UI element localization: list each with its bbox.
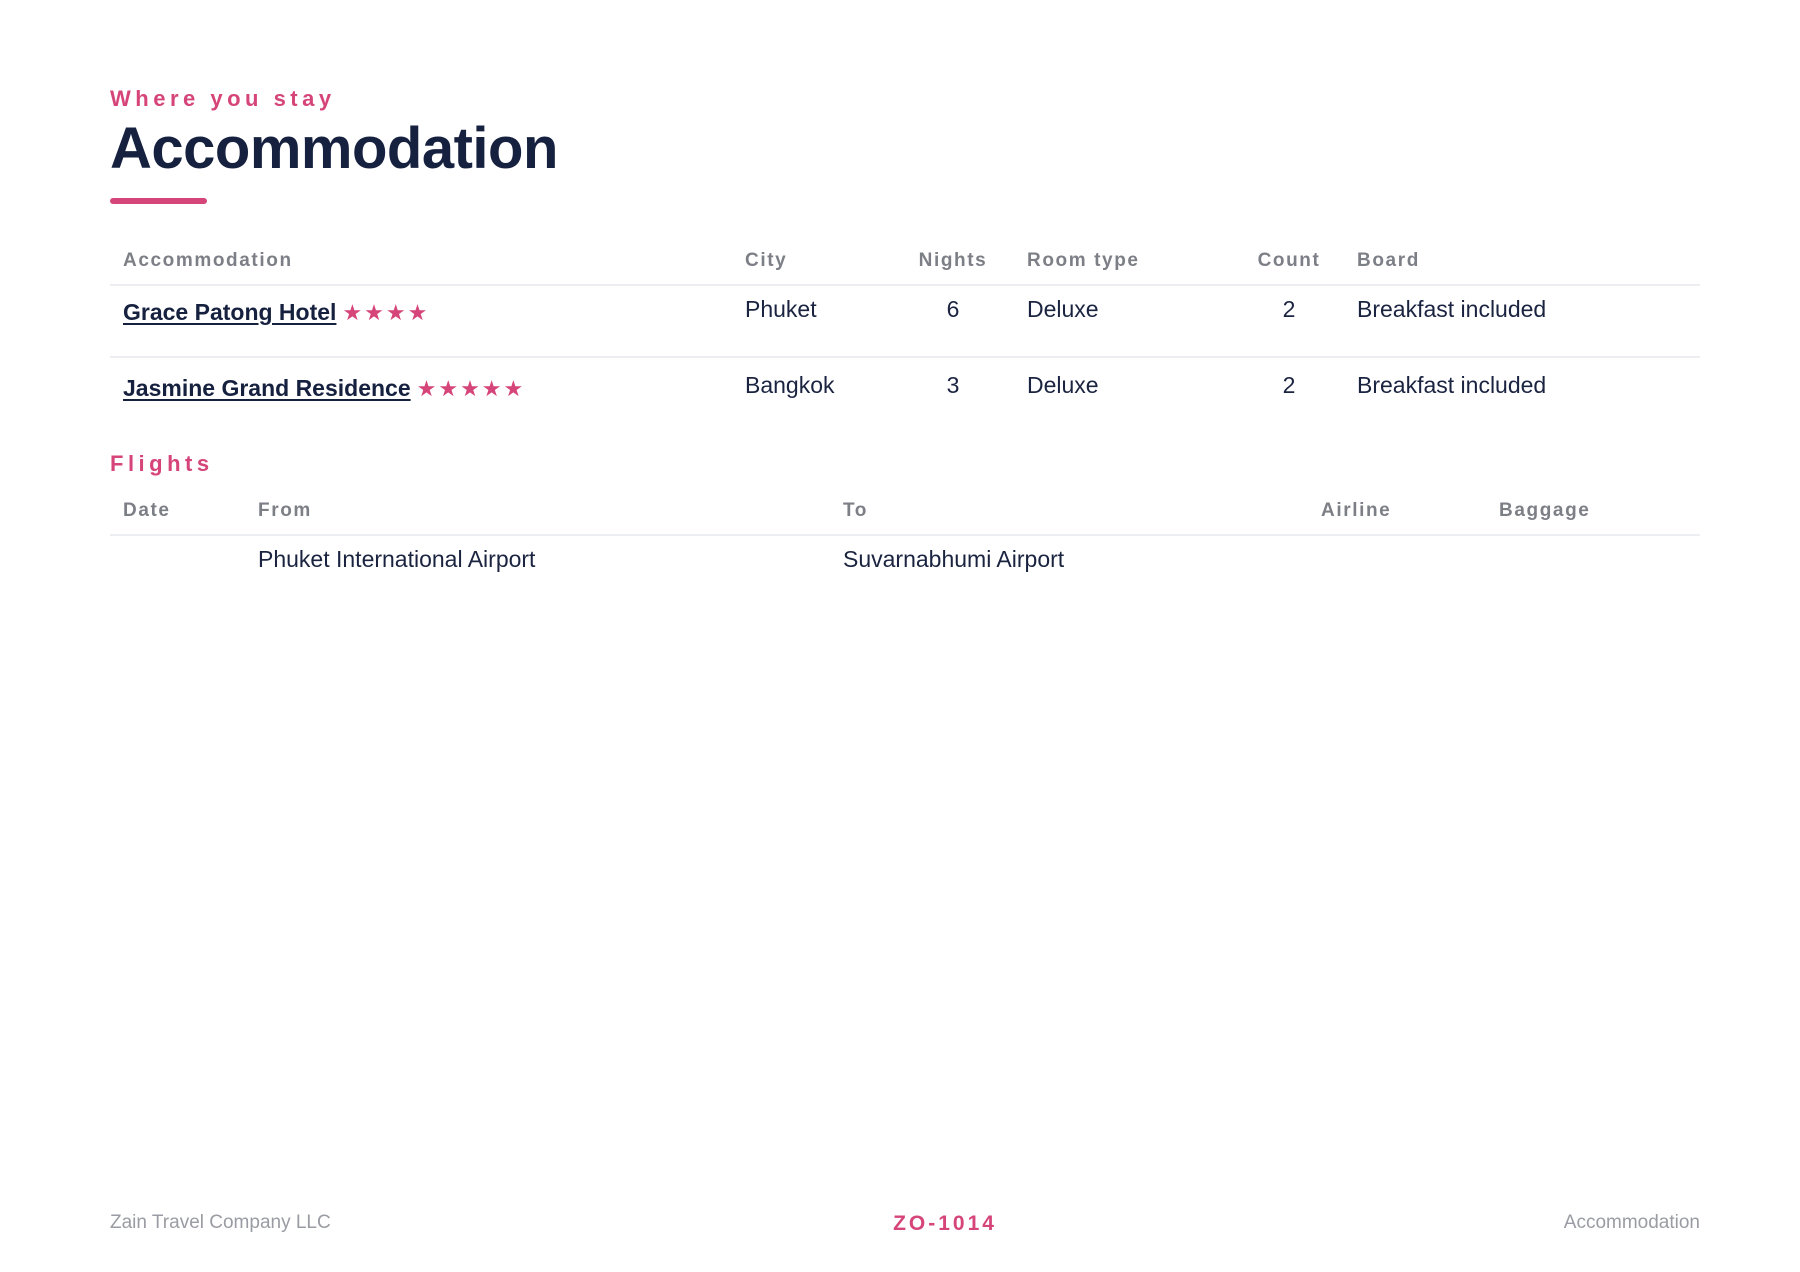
board-cell: Breakfast included [1344, 285, 1700, 358]
accommodation-cell: Jasmine Grand Residence ★★★★★ [110, 357, 732, 432]
table-header-row: Date From To Airline Baggage [110, 500, 1700, 536]
count-cell: 2 [1234, 285, 1344, 358]
to-cell: Suvarnabhumi Airport [843, 546, 1065, 572]
room-type-cell: Deluxe [1014, 285, 1234, 358]
table-header-row: Accommodation City Nights Room type Coun… [110, 250, 1700, 286]
column-header-count: Count [1234, 250, 1344, 286]
hotel-link[interactable]: Grace Patong Hotel [123, 299, 336, 325]
column-header-baggage: Baggage [1486, 500, 1700, 536]
room-type-cell: Deluxe [1027, 372, 1099, 398]
nights-cell: 6 [892, 285, 1014, 358]
airline-cell [1308, 535, 1486, 576]
baggage-cell [1486, 535, 1700, 576]
accommodation-table: Accommodation City Nights Room type Coun… [110, 250, 1700, 432]
city-cell: Phuket [732, 285, 892, 358]
column-header-date: Date [110, 500, 245, 536]
title-underline [110, 198, 207, 204]
section-eyebrow: Where you stay [110, 86, 336, 111]
accommodation-cell: Grace Patong Hotel ★★★★ [110, 285, 732, 358]
flights-section-title: Flights [110, 451, 214, 476]
count-cell: 2 [1282, 372, 1296, 398]
star-rating-icon: ★★★★★ [416, 376, 526, 401]
date-cell [110, 535, 245, 576]
city-cell: Bangkok [745, 372, 835, 398]
column-header-to: To [830, 500, 1308, 536]
table-row: Phuket International Airport Suvarnabhum… [110, 535, 1700, 576]
column-header-accommodation: Accommodation [110, 250, 732, 286]
column-header-from: From [245, 500, 830, 536]
page-title: Accommodation [110, 116, 558, 181]
footer-section: Accommodation [1563, 1212, 1700, 1233]
column-header-nights: Nights [892, 250, 1014, 286]
table-row: Grace Patong Hotel ★★★★ Phuket 6 Deluxe 2… [110, 285, 1700, 358]
page: Where you stay Accommodation Accommodati… [110, 0, 1700, 1272]
flights-table: Date From To Airline Baggage Phuket Inte… [110, 500, 1700, 576]
column-header-room-type: Room type [1014, 250, 1234, 286]
column-header-airline: Airline [1308, 500, 1486, 536]
footer-reference: ZO-1014 [893, 1212, 997, 1235]
hotel-link[interactable]: Jasmine Grand Residence [123, 375, 411, 401]
table-row: Jasmine Grand Residence ★★★★★ Bangkok 3 D… [110, 357, 1700, 432]
column-header-city: City [732, 250, 892, 286]
board-cell: Breakfast included [1357, 372, 1547, 398]
column-header-board: Board [1344, 250, 1700, 286]
nights-cell: 3 [946, 372, 960, 398]
star-rating-icon: ★★★★ [342, 300, 430, 325]
from-cell: Phuket International Airport [258, 546, 536, 572]
